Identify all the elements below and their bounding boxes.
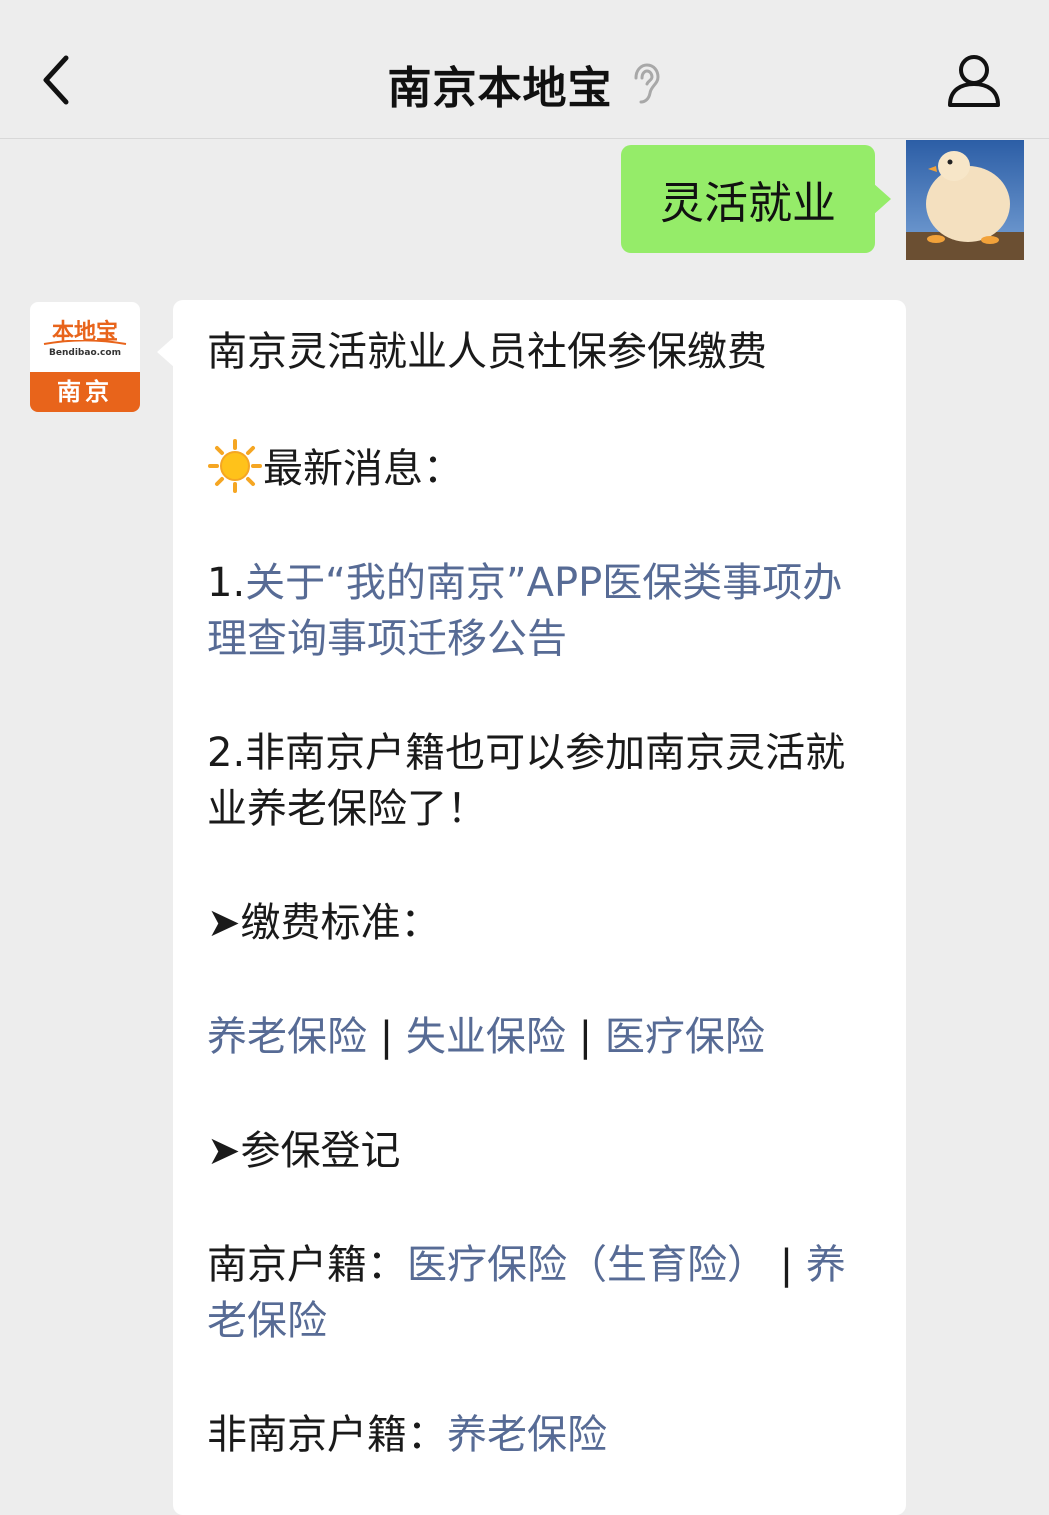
sent-message-text: 灵活就业	[660, 178, 836, 229]
sent-message-bubble[interactable]: 灵活就业	[621, 145, 891, 253]
fee-link-medical[interactable]: 医疗保险	[605, 1014, 765, 1060]
bendibao-avatar[interactable]: 本地宝 Bendibao.com 南京	[30, 302, 140, 412]
separator: |	[578, 1014, 593, 1060]
reply-message-bubble: 南京灵活就业人员社保参保缴费 最新消息： 1.关于“我的南京”APP医保类事项办…	[157, 300, 906, 1515]
nj-register-line: 南京户籍：医疗保险（生育险） | 养老保险	[207, 1237, 872, 1349]
swoosh-icon	[43, 340, 127, 345]
news-item-2-prefix: 2.	[207, 730, 246, 776]
chat-title: 南京本地宝	[387, 63, 613, 114]
sun-icon	[208, 439, 262, 493]
news-link-1[interactable]: 关于“我的南京”APP医保类事项办理查询事项迁移公告	[207, 560, 842, 662]
news-item-2-text: 非南京户籍也可以参加南京灵活就业养老保险了！	[207, 730, 846, 832]
non-nj-link-pension[interactable]: 养老保险	[447, 1412, 607, 1458]
avatar-domain-text: Bendibao.com	[49, 348, 121, 358]
fee-links-line: 养老保险 | 失业保险 | 医疗保险	[207, 1009, 872, 1065]
ear-icon	[634, 63, 660, 104]
chat-header: 南京本地宝	[0, 0, 1049, 139]
user-avatar[interactable]	[906, 140, 1024, 260]
separator: |	[379, 1014, 394, 1060]
news-item-2: 2.非南京户籍也可以参加南京灵活就业养老保险了！	[207, 725, 872, 837]
fee-link-pension[interactable]: 养老保险	[207, 1014, 367, 1060]
avatar-city-text: 南京	[30, 372, 140, 412]
reply-title: 南京灵活就业人员社保参保缴费	[207, 329, 767, 375]
nj-label: 南京户籍：	[207, 1242, 407, 1288]
fee-heading: ➤缴费标准：	[207, 900, 441, 946]
fee-link-unemployment[interactable]: 失业保险	[406, 1014, 566, 1060]
register-heading: ➤参保登记	[207, 1128, 401, 1174]
news-heading-line: 最新消息：	[207, 438, 872, 497]
news-heading: 最新消息：	[263, 446, 463, 492]
separator: |	[779, 1242, 794, 1288]
avatar-image	[906, 140, 1024, 260]
chat-info-button[interactable]	[944, 50, 1004, 110]
non-nj-register-line: 非南京户籍：养老保险	[207, 1407, 872, 1463]
news-item-1: 1.关于“我的南京”APP医保类事项办理查询事项迁移公告	[207, 555, 872, 667]
user-icon	[948, 55, 1000, 107]
nj-link-medical[interactable]: 医疗保险（生育险）	[407, 1242, 767, 1288]
non-nj-label: 非南京户籍：	[207, 1412, 447, 1458]
avatar-logo-area: 本地宝 Bendibao.com	[30, 302, 140, 372]
header-title-group: 南京本地宝	[0, 52, 1049, 116]
news-item-1-prefix: 1.	[207, 560, 246, 606]
